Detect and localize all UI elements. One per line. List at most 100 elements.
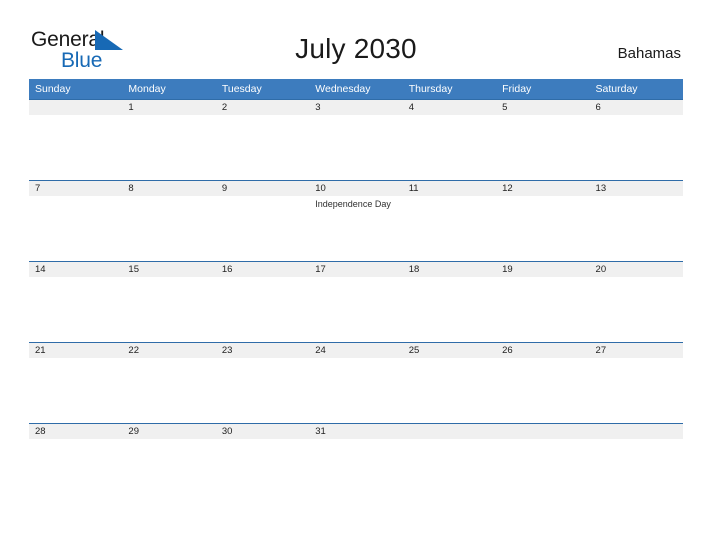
day-cell-inner: 4: [402, 99, 497, 180]
calendar-day-cell[interactable]: 22: [122, 342, 216, 423]
day-events: [403, 115, 496, 117]
calendar-day-cell[interactable]: 12: [496, 180, 590, 261]
page-title: July 2030: [295, 33, 417, 64]
calendar-day-cell[interactable]: 29: [122, 423, 216, 504]
day-number: 11: [408, 183, 419, 194]
calendar-day-cell[interactable]: 26: [496, 342, 590, 423]
calendar-day-cell[interactable]: [402, 423, 497, 504]
calendar-day-cell[interactable]: 28: [29, 423, 123, 504]
day-number-band: 1: [122, 100, 216, 115]
calendar-body: 1 2 3 4 5 6 7 8 9 10 Independence Day 11 12 13 14 15 16 1…: [29, 99, 683, 504]
day-number: 26: [502, 345, 513, 356]
calendar-day-cell[interactable]: 5: [496, 99, 590, 180]
day-events: [496, 439, 589, 441]
weekday-header-monday: Monday: [122, 79, 216, 99]
day-events: [122, 196, 215, 198]
day-events: [122, 115, 215, 117]
day-number: 2: [221, 102, 228, 113]
calendar-day-cell[interactable]: 15: [122, 261, 216, 342]
day-cell-inner: 24: [309, 342, 403, 423]
calendar-day-cell[interactable]: 19: [496, 261, 590, 342]
calendar-week-row: 7 8 9 10 Independence Day 11 12 13: [29, 180, 683, 261]
calendar-day-cell[interactable]: [589, 423, 683, 504]
day-number: 31: [315, 426, 326, 437]
calendar-day-cell[interactable]: 27: [589, 342, 683, 423]
calendar-week-row: 14 15 16 17 18 19 20: [29, 261, 683, 342]
calendar-week-row: 28 29 30 31: [29, 423, 683, 504]
calendar-day-cell[interactable]: 9: [215, 180, 310, 261]
day-events: [216, 196, 309, 198]
day-number: [590, 424, 683, 426]
calendar-day-cell[interactable]: 13: [589, 180, 683, 261]
calendar-day-cell[interactable]: 21: [29, 342, 123, 423]
day-number-band: 4: [402, 100, 497, 115]
calendar-day-cell[interactable]: 23: [215, 342, 310, 423]
country-label: Bahamas: [617, 45, 681, 62]
day-events: [216, 115, 309, 117]
day-cell-inner: [589, 423, 683, 504]
calendar-page: General Blue July 2030 Bahamas Sunday Mo…: [0, 0, 712, 550]
day-cell-inner: 30: [215, 423, 310, 504]
calendar-day-cell[interactable]: 16: [215, 261, 310, 342]
day-number-band: [29, 100, 123, 115]
day-number: 27: [595, 345, 607, 356]
calendar-day-cell[interactable]: 18: [402, 261, 497, 342]
day-event-label: Independence Day: [315, 199, 391, 209]
day-number: 23: [221, 345, 233, 356]
day-cell-inner: 1: [122, 99, 216, 180]
day-cell-inner: 6: [589, 99, 683, 180]
day-cell-inner: 15: [122, 261, 216, 342]
day-events: [590, 196, 683, 198]
day-events: [590, 277, 683, 279]
day-number: 29: [128, 426, 139, 437]
calendar-day-cell[interactable]: 11: [402, 180, 497, 261]
day-cell-inner: 21: [29, 342, 123, 423]
calendar-day-cell[interactable]: 30: [215, 423, 310, 504]
day-events: [590, 439, 683, 441]
calendar-day-cell[interactable]: 2: [215, 99, 310, 180]
day-number: 3: [315, 102, 321, 113]
calendar-day-cell[interactable]: 7: [29, 180, 123, 261]
calendar-week-row: 1 2 3 4 5 6: [29, 99, 683, 180]
weekday-header-saturday: Saturday: [589, 79, 683, 99]
calendar-day-cell[interactable]: 10 Independence Day: [309, 180, 403, 261]
calendar-day-cell[interactable]: 4: [402, 99, 497, 180]
calendar-day-cell[interactable]: 24: [309, 342, 403, 423]
calendar-day-cell[interactable]: [29, 99, 123, 180]
calendar-day-cell[interactable]: 17: [309, 261, 403, 342]
day-events: [216, 439, 309, 441]
day-number-band: 3: [309, 100, 403, 115]
weekday-header-tuesday: Tuesday: [215, 79, 310, 99]
day-number-band: [496, 424, 590, 439]
day-events: [403, 358, 496, 360]
day-number: 30: [221, 426, 233, 437]
calendar-day-cell[interactable]: 3: [309, 99, 403, 180]
day-number-band: 5: [496, 100, 590, 115]
calendar-day-cell[interactable]: 8: [122, 180, 216, 261]
calendar-day-cell[interactable]: 31: [309, 423, 403, 504]
calendar-day-cell[interactable]: [496, 423, 590, 504]
day-number: 28: [35, 426, 46, 437]
day-events: [309, 358, 402, 360]
day-cell-inner: 9: [215, 180, 310, 261]
day-events: [29, 115, 122, 117]
day-cell-inner: 12: [496, 180, 590, 261]
day-number: 20: [595, 264, 607, 275]
day-number-band: 16: [215, 262, 310, 277]
calendar-day-cell[interactable]: 25: [402, 342, 497, 423]
calendar-day-cell[interactable]: 20: [589, 261, 683, 342]
day-number-band: 30: [215, 424, 310, 439]
day-events: [496, 277, 589, 279]
day-cell-inner: 29: [122, 423, 216, 504]
day-number: 16: [221, 264, 233, 275]
day-events: [403, 439, 496, 441]
day-number-band: 12: [496, 181, 590, 196]
calendar-day-cell[interactable]: 6: [589, 99, 683, 180]
day-number: 18: [408, 264, 420, 275]
day-number: 21: [35, 345, 46, 356]
calendar-day-cell[interactable]: 1: [122, 99, 216, 180]
day-cell-inner: 31: [309, 423, 403, 504]
day-number-band: 22: [122, 343, 216, 358]
calendar-day-cell[interactable]: 14: [29, 261, 123, 342]
day-number-band: 2: [215, 100, 310, 115]
